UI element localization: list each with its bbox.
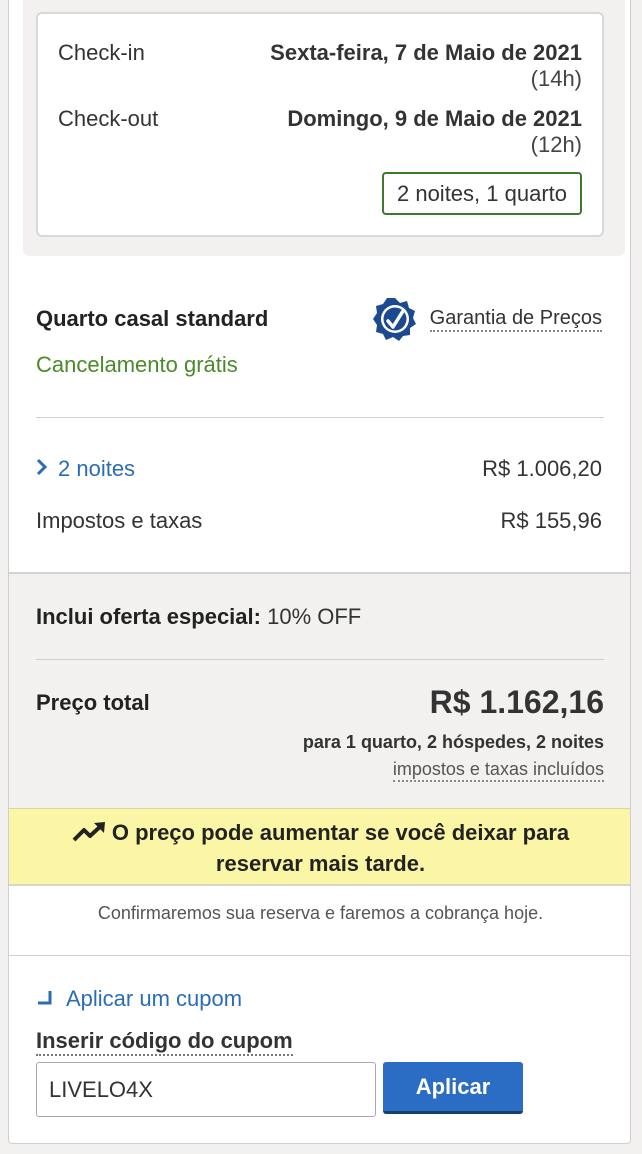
confirmation-notice: Confirmaremos sua reserva e faremos a co…	[97, 903, 544, 923]
stay-dates-box: Check-in Sexta-feira, 7 de Maio de 2021 …	[36, 12, 604, 237]
taxes-label: Impostos e taxas	[36, 508, 203, 533]
total-label: Preço total	[36, 690, 150, 715]
total-details: para 1 quarto, 2 hóspedes, 2 noites	[302, 732, 604, 752]
price-guarantee-badge-icon	[373, 298, 416, 341]
chevron-right-icon	[36, 456, 58, 482]
checkin-value: Sexta-feira, 7 de Maio de 2021 (14h)	[270, 40, 582, 92]
trending-up-icon	[72, 820, 106, 849]
apply-coupon-button[interactable]: Aplicar	[383, 1062, 523, 1114]
dates-section: Check-in Sexta-feira, 7 de Maio de 2021 …	[23, 0, 625, 256]
booking-summary-card: Check-in Sexta-feira, 7 de Maio de 2021 …	[8, 0, 631, 1144]
nights-label: 2 noites	[58, 456, 136, 481]
taxes-included-link[interactable]: impostos e taxas incluídos	[392, 758, 604, 782]
nights-rooms-badge: 2 noites, 1 quarto	[381, 172, 582, 215]
room-name: Quarto casal standard	[36, 306, 269, 331]
price-guarantee-link[interactable]: Garantia de Preços	[429, 306, 602, 332]
divider	[36, 659, 604, 660]
coupon-code-label: Inserir código do cupom	[36, 1028, 293, 1056]
offer-label: Inclui oferta especial:	[36, 604, 261, 629]
checkin-time: (14h)	[530, 66, 582, 91]
checkout-label: Check-out	[58, 106, 159, 131]
alert-line-1: O preço pode aumentar se você deixar par…	[111, 820, 570, 845]
price-increase-alert: O preço pode aumentar se você deixar par…	[9, 808, 630, 886]
divider	[36, 417, 604, 418]
apply-coupon-label: Aplicar um cupom	[66, 986, 243, 1011]
total-price: R$ 1.162,16	[429, 684, 604, 720]
checkout-value: Domingo, 9 de Maio de 2021 (12h)	[287, 106, 582, 158]
special-offer: Inclui oferta especial: 10% OFF	[36, 604, 361, 630]
coupon-code-input[interactable]	[36, 1062, 376, 1117]
taxes-amount: R$ 155,96	[500, 508, 602, 533]
nights-amount: R$ 1.006,20	[482, 456, 602, 481]
checkout-date: Domingo, 9 de Maio de 2021	[287, 106, 582, 131]
nights-breakdown-toggle[interactable]: 2 noites	[36, 456, 135, 482]
alert-line-2: reservar mais tarde.	[215, 851, 426, 876]
offer-value: 10% OFF	[267, 604, 362, 629]
apply-coupon-link[interactable]: Aplicar um cupom	[36, 986, 242, 1012]
free-cancellation-text: Cancelamento grátis	[36, 352, 238, 377]
divider	[9, 955, 630, 956]
price-summary: Inclui oferta especial: 10% OFF Preço to…	[9, 572, 630, 808]
checkin-label: Check-in	[58, 40, 145, 65]
return-arrow-icon	[36, 986, 66, 1012]
checkin-date: Sexta-feira, 7 de Maio de 2021	[270, 40, 582, 65]
checkout-time: (12h)	[530, 132, 582, 157]
